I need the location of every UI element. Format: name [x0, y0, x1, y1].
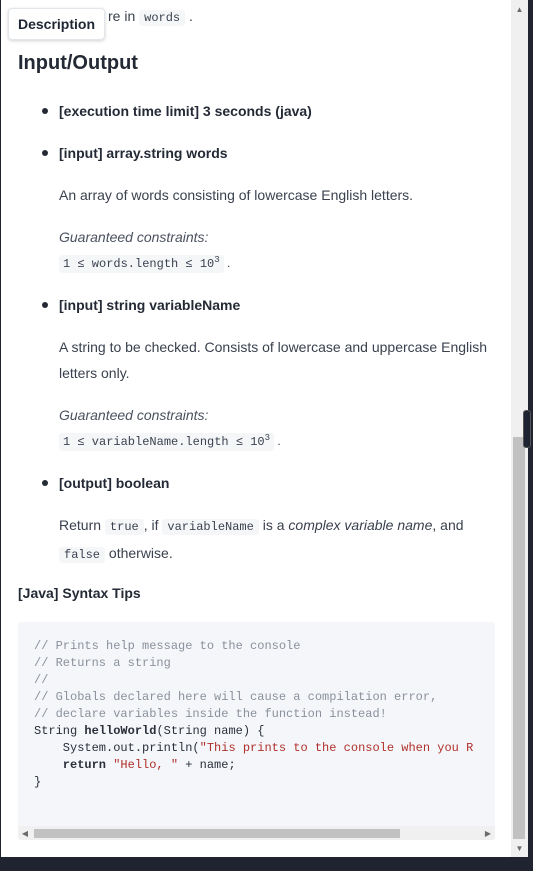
- inline-code-words: words: [139, 10, 186, 26]
- item-title-variable-name: [input] string variableName: [59, 297, 241, 313]
- code-block[interactable]: // Prints help message to the console //…: [18, 622, 495, 840]
- bullet: [42, 480, 48, 486]
- constraints-label: Guaranteed constraints:: [59, 229, 209, 245]
- bullet: [42, 302, 48, 308]
- panel-scroll-thumb[interactable]: [513, 437, 525, 839]
- constraints-label: Guaranteed constraints:: [59, 407, 209, 423]
- code-scroll-thumb[interactable]: [34, 829, 400, 838]
- bullet: [42, 150, 48, 156]
- item-title-time-limit: [execution time limit] 3 seconds (java): [59, 103, 312, 119]
- arrow-left-icon[interactable]: ◀: [18, 826, 32, 840]
- item-title-words: [input] array.string words: [59, 145, 228, 161]
- bottom-bar: [0, 857, 533, 871]
- variable-name-description: A string to be checked. Consists of lowe…: [59, 339, 488, 381]
- words-constraint: 1 ≤ words.length ≤ 103 .: [59, 255, 230, 273]
- panel-resize-handle[interactable]: [523, 410, 531, 448]
- item-title-output: [output] boolean: [59, 475, 170, 491]
- inline-code-true: true: [104, 519, 144, 535]
- arrow-up-icon[interactable]: ▲: [511, 2, 528, 16]
- description-panel: re in words . Input/Output [execution ti…: [1, 0, 511, 857]
- arrow-right-icon[interactable]: ▶: [481, 826, 495, 840]
- arrow-down-icon[interactable]: ▼: [511, 841, 528, 855]
- code-horizontal-scrollbar[interactable]: ◀ ▶: [18, 826, 495, 840]
- code-lines: // Prints help message to the console //…: [34, 639, 474, 789]
- inline-code-false: false: [59, 547, 106, 563]
- syntax-tips-title: [Java] Syntax Tips: [18, 585, 141, 601]
- bullet: [42, 108, 48, 114]
- output-description: Return true, if variableName is a comple…: [59, 517, 464, 563]
- variable-name-constraint: 1 ≤ variableName.length ≤ 103 .: [59, 433, 281, 451]
- section-title: Input/Output: [18, 52, 138, 74]
- truncated-line: re in words .: [108, 8, 193, 26]
- words-description: An array of words consisting of lowercas…: [59, 187, 414, 203]
- inline-code-variable-name: variableName: [162, 519, 259, 535]
- description-tab[interactable]: Description: [8, 8, 106, 40]
